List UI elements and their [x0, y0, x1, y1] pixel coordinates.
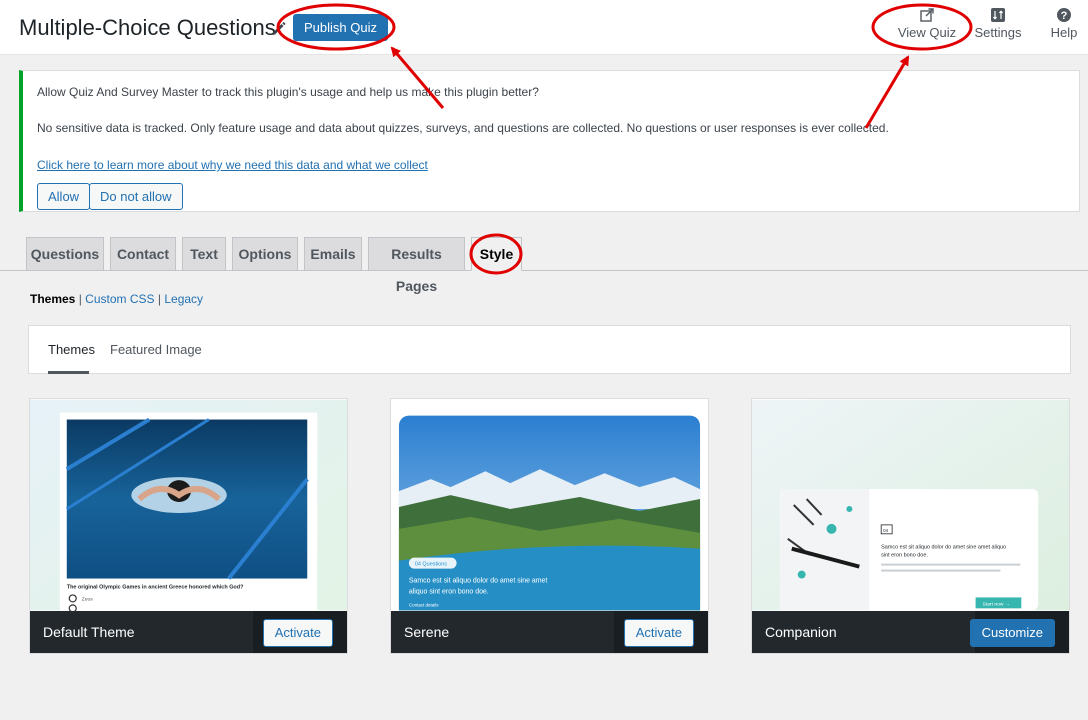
subnav-themes[interactable]: Themes: [30, 292, 75, 306]
serene-preview-text-2: aliquo sint eron bono doe.: [409, 588, 489, 595]
do-not-allow-button[interactable]: Do not allow: [89, 183, 183, 210]
theme-name: Companion: [765, 624, 837, 640]
serene-theme-preview: 04 Questions Samco est sit aliquo dolor …: [391, 399, 708, 611]
tab-emails[interactable]: Emails: [304, 237, 362, 271]
companion-theme-preview: 04 Samco est sit aliquo dolor do amet si…: [752, 399, 1069, 611]
theme-name: Serene: [404, 624, 450, 640]
tab-contact[interactable]: Contact: [110, 237, 176, 271]
top-header: Multiple-Choice Questions Publish Quiz V…: [0, 0, 1088, 55]
themes-panel-tabs: Themes Featured Image: [28, 325, 1071, 374]
settings-icon: [991, 8, 1005, 22]
serene-preview-badge: 04 Questions: [415, 562, 447, 568]
help-icon: ?: [1057, 8, 1071, 22]
external-link-icon: [920, 8, 934, 22]
customize-companion-theme-button[interactable]: Customize: [969, 619, 1055, 647]
serene-preview-contact: Contact details: [409, 602, 439, 607]
theme-name: Default Theme: [43, 624, 135, 640]
companion-preview-badge: 04: [883, 528, 888, 533]
settings-action[interactable]: Settings: [972, 8, 1024, 40]
subnav-legacy[interactable]: Legacy: [164, 292, 203, 306]
publish-quiz-button[interactable]: Publish Quiz: [293, 14, 388, 41]
svg-text:?: ?: [1061, 10, 1068, 22]
companion-preview-text-2: sint eron bono doe.: [881, 553, 928, 559]
tab-results-pages[interactable]: Results Pages: [368, 237, 465, 294]
tab-style[interactable]: Style: [471, 237, 522, 271]
allow-button[interactable]: Allow: [37, 183, 91, 210]
notice-question: Allow Quiz And Survey Master to track th…: [37, 85, 539, 99]
subnav-custom-css[interactable]: Custom CSS: [85, 292, 154, 306]
tracking-notice: Allow Quiz And Survey Master to track th…: [19, 70, 1080, 212]
subnav-separator: |: [78, 292, 82, 306]
edit-pencil-icon[interactable]: [271, 20, 287, 36]
theme-card-footer: Serene Activate: [391, 611, 708, 653]
tab-text[interactable]: Text: [182, 237, 226, 271]
notice-learn-more-link[interactable]: Click here to learn more about why we ne…: [37, 158, 428, 172]
default-preview-question: The original Olympic Games in ancient Gr…: [67, 584, 244, 590]
view-quiz-label: View Quiz: [897, 25, 957, 40]
theme-card-companion: 04 Samco est sit aliquo dolor do amet si…: [751, 398, 1070, 654]
activate-serene-theme-button[interactable]: Activate: [623, 619, 694, 647]
active-tab-indicator: [48, 371, 89, 374]
theme-card-default: The original Olympic Games in ancient Gr…: [29, 398, 348, 654]
default-preview-option: Zeus: [82, 596, 94, 602]
activate-default-theme-button[interactable]: Activate: [262, 619, 333, 647]
help-action[interactable]: ? Help: [1046, 8, 1082, 40]
view-quiz-action[interactable]: View Quiz: [897, 8, 957, 40]
subnav-separator: |: [157, 292, 161, 306]
companion-preview-button: Start now →: [983, 601, 1010, 607]
tab-questions[interactable]: Questions: [26, 237, 104, 271]
tab-options[interactable]: Options: [232, 237, 298, 271]
serene-preview-text: Samco est sit aliquo dolor do amet sine …: [409, 578, 548, 585]
notice-description: No sensitive data is tracked. Only featu…: [37, 121, 889, 135]
help-label: Help: [1050, 25, 1078, 40]
quiz-tabs: Questions Contact Text Options Emails Re…: [0, 237, 1088, 294]
settings-label: Settings: [974, 25, 1022, 40]
theme-card-serene: 04 Questions Samco est sit aliquo dolor …: [390, 398, 709, 654]
default-theme-preview: The original Olympic Games in ancient Gr…: [30, 399, 347, 611]
theme-card-footer: Default Theme Activate: [30, 611, 347, 653]
page-title: Multiple-Choice Questions: [19, 15, 276, 40]
companion-preview-text: Samco est sit aliquo dolor do amet sine …: [881, 545, 1006, 551]
style-subnav: Themes | Custom CSS | Legacy: [30, 292, 203, 306]
theme-card-footer: Companion Customize: [752, 611, 1069, 653]
panel-tab-themes[interactable]: Themes: [48, 342, 95, 357]
panel-tab-featured-image[interactable]: Featured Image: [110, 342, 202, 357]
